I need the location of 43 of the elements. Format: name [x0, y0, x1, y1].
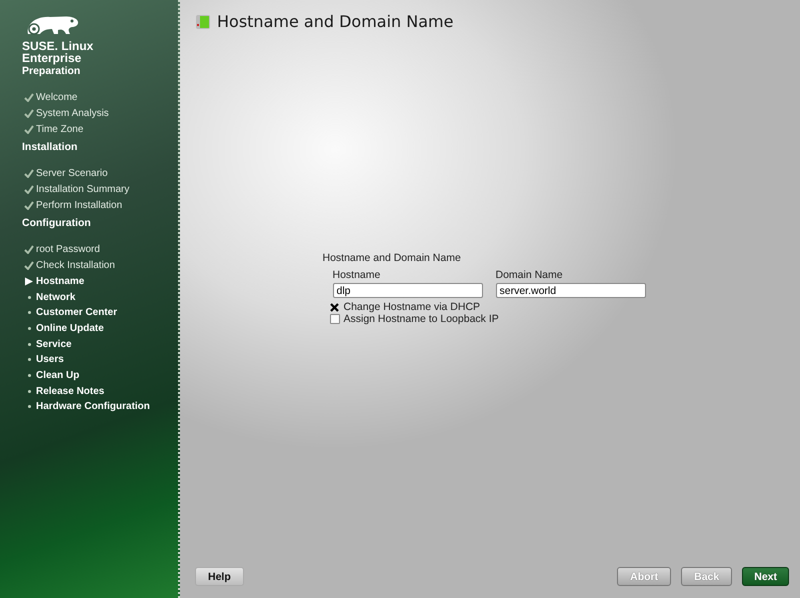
- bullet-icon: [28, 342, 30, 346]
- step-label: root Password: [36, 244, 100, 256]
- page-title: Hostname and Domain Name: [217, 12, 454, 31]
- step-label: Perform Installation: [36, 200, 122, 211]
- next-button[interactable]: Next: [742, 567, 789, 586]
- section-heading: Installation: [22, 141, 78, 154]
- text-field[interactable]: dlp: [332, 283, 482, 298]
- step-label: System Analysis: [36, 108, 109, 120]
- help-button[interactable]: Help: [195, 567, 244, 586]
- bullet-icon: [28, 405, 30, 408]
- field-label: Hostname: [332, 269, 382, 281]
- checkbox-label: Assign Hostname to Loopback IP: [344, 313, 499, 325]
- checkbox[interactable]: [330, 302, 340, 312]
- step-label: Time Zone: [36, 124, 84, 135]
- step-label: Hostname: [36, 276, 84, 287]
- section-heading: Configuration: [22, 217, 92, 230]
- step-label: Online Update: [36, 322, 104, 334]
- bullet-icon: [28, 296, 30, 299]
- step-label: Users: [36, 354, 64, 366]
- checkbox-label: Change Hostname via DHCP: [344, 301, 480, 313]
- brand-name: SUSE. Linux Enterprise: [22, 40, 94, 64]
- bullet-icon: [28, 311, 30, 314]
- bullet-icon: [28, 358, 30, 362]
- step-label: Server Scenario: [36, 168, 108, 180]
- bullet-icon: [28, 374, 30, 377]
- step-label: Clean Up: [36, 370, 80, 381]
- step-label: Check Installation: [36, 260, 115, 272]
- monitor-icon: [195, 14, 211, 30]
- checkbox[interactable]: [330, 314, 340, 324]
- arrow-icon: [24, 276, 34, 286]
- step-label: Customer Center: [36, 307, 118, 318]
- field-label: Domain Name: [496, 269, 564, 281]
- section-heading: Preparation: [22, 65, 82, 77]
- step-label: Welcome: [36, 92, 78, 104]
- bullet-icon: [28, 390, 30, 393]
- step-label: Hardware Configuration: [36, 401, 150, 412]
- step-label: Installation Summary: [36, 184, 130, 196]
- step-label: Network: [36, 292, 76, 303]
- group-title: Hostname and Domain Name: [322, 252, 461, 264]
- step-label: Service: [36, 338, 72, 350]
- bullet-icon: [28, 326, 30, 330]
- text-field[interactable]: server.world: [496, 283, 646, 298]
- step-label: Release Notes: [36, 386, 104, 397]
